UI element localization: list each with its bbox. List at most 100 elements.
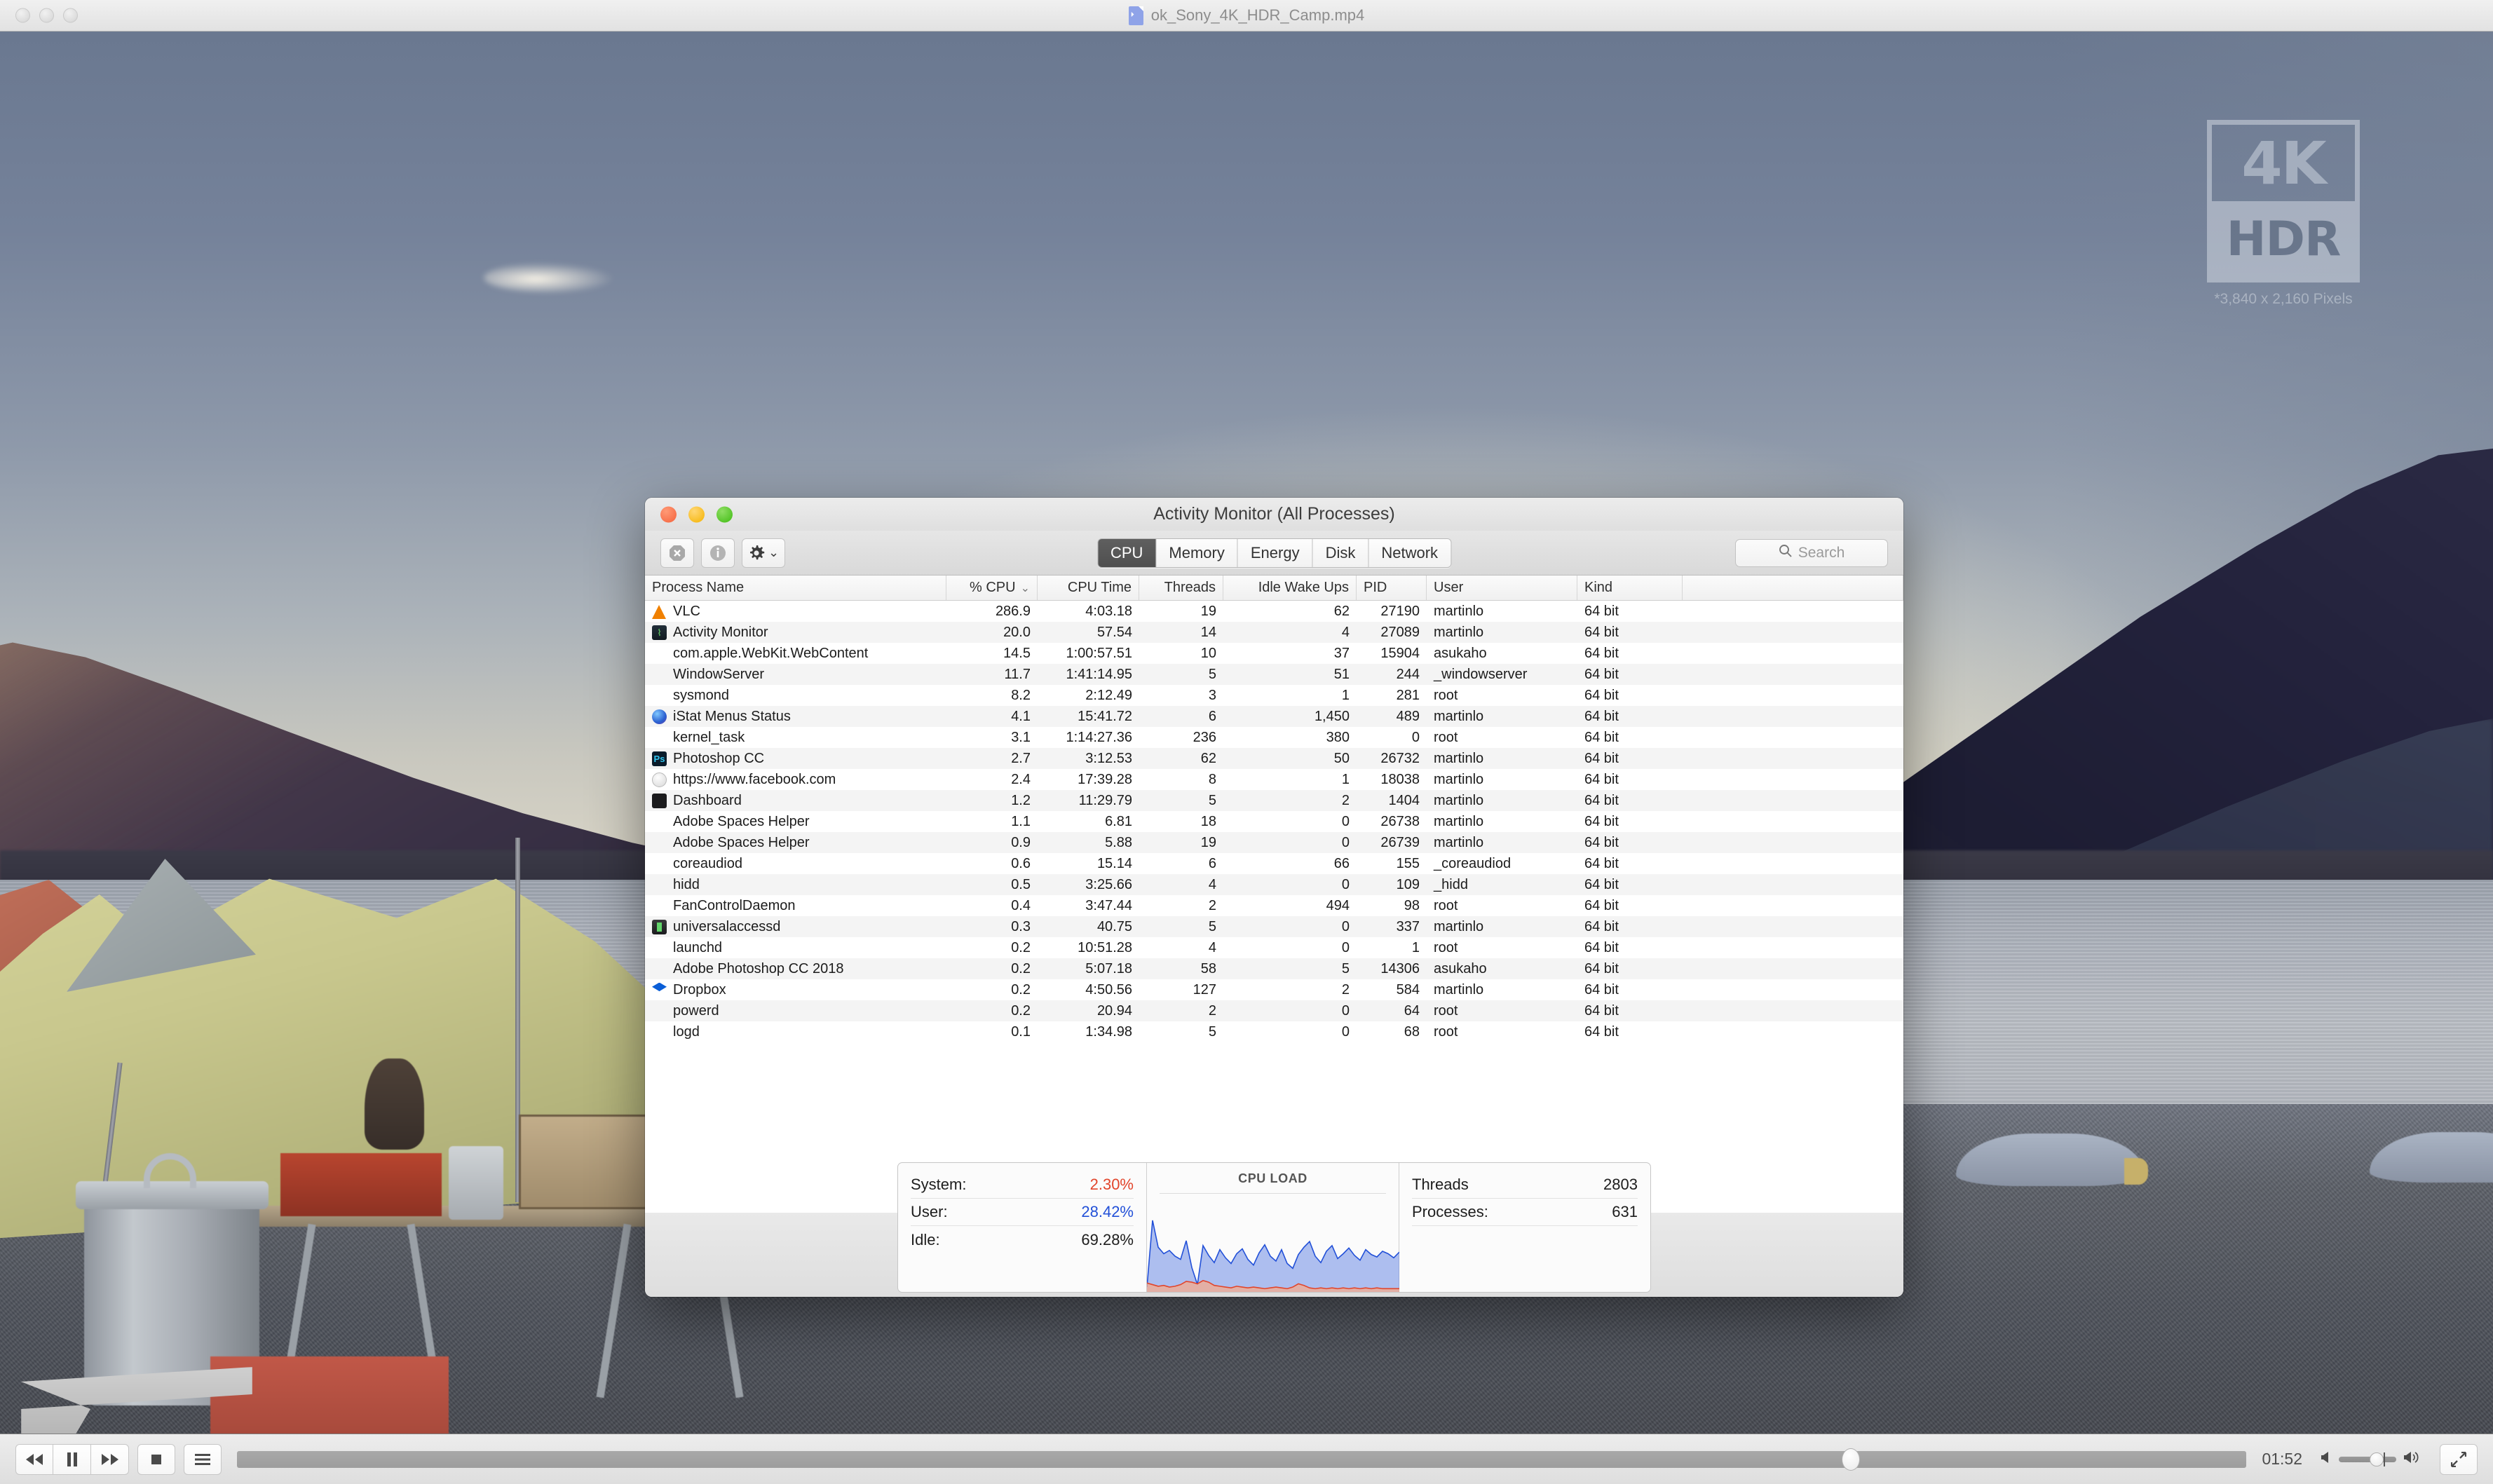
cell-pid: 15904 <box>1380 645 1420 661</box>
process-name-label: universalaccessd <box>673 918 781 934</box>
volume-slider-track[interactable] <box>2339 1452 2396 1466</box>
player-titlebar: ⏵ ok_Sony_4K_HDR_Camp.mp4 <box>0 0 2493 32</box>
table-row[interactable]: Adobe Photoshop CC 2018 0.2 5:07.18 58 5 1430… <box>645 958 1903 979</box>
system-cpu-row: System: 2.30% <box>911 1171 1134 1199</box>
column-header-cpu-time[interactable]: CPU Time <box>1038 576 1139 600</box>
table-row[interactable]: launchd 0.2 10:51.28 4 0 1 root 64 bit <box>645 937 1903 958</box>
table-row[interactable]: Dashboard 1.2 11:29.79 5 2 1404 martinlo 64 bit <box>645 790 1903 811</box>
process-table-body[interactable]: VLC286.94:03.18196227190martinlo64 bitAc… <box>645 601 1903 1213</box>
tab-memory[interactable]: Memory <box>1155 538 1237 567</box>
cell-cpu-time: 10:51.28 <box>1078 939 1132 955</box>
seek-track[interactable] <box>237 1450 2247 1468</box>
volume-control[interactable] <box>2321 1451 2419 1467</box>
tab-network[interactable]: Network <box>1368 538 1451 567</box>
cell-kind: 64 bit <box>1584 855 1619 871</box>
activity-monitor-title: Activity Monitor (All Processes) <box>1153 504 1395 524</box>
table-row[interactable]: logd 0.1 1:34.98 5 0 68 root 64 bit <box>645 1021 1903 1042</box>
volume-max-tick <box>2383 1452 2385 1466</box>
tab-energy[interactable]: Energy <box>1237 538 1312 567</box>
search-icon <box>1779 544 1792 561</box>
table-row[interactable]: Ps Photoshop CC 2.7 3:12.53 62 50 26732 martinl… <box>645 748 1903 769</box>
column-header-kind[interactable]: Kind <box>1577 576 1683 600</box>
table-row[interactable]: WindowServer 11.7 1:41:14.95 5 51 244 _windows… <box>645 664 1903 685</box>
table-row[interactable]: sysmond 8.2 2:12.49 3 1 281 root 64 bit <box>645 685 1903 706</box>
cell-pid: 337 <box>1396 918 1420 934</box>
tab-cpu[interactable]: CPU <box>1097 538 1156 567</box>
seek-slider[interactable] <box>237 1448 2247 1471</box>
player-close-button[interactable] <box>15 8 30 23</box>
player-window-controls <box>15 8 78 23</box>
cell-process-name: Ps Photoshop CC <box>645 748 946 769</box>
process-name-label: hidd <box>673 876 700 892</box>
search-input[interactable]: Search <box>1735 538 1888 567</box>
table-row[interactable]: FanControlDaemon 0.4 3:47.44 2 494 98 root 64 b… <box>645 895 1903 916</box>
cell-idle-wake-ups: 51 <box>1333 666 1350 682</box>
table-row[interactable]: hidd 0.5 3:25.66 4 0 109 _hidd 64 bit <box>645 874 1903 895</box>
table-row[interactable]: Dropbox 0.2 4:50.56 127 2 584 martinlo 64 bit <box>645 979 1903 1000</box>
sort-chevron-down-icon: ⌄ <box>1020 582 1030 594</box>
table-row[interactable]: https://www.facebook.com 2.4 17:39.28 8 1 180… <box>645 769 1903 790</box>
table-row[interactable]: coreaudiod 0.6 15.14 6 66 155 _coreaudiod 64 bi… <box>645 853 1903 874</box>
vlc-icon <box>652 604 667 619</box>
cell-spacer <box>1683 1000 1903 1021</box>
cell-kind: 64 bit <box>1584 729 1619 745</box>
inspect-process-icon[interactable] <box>701 538 735 568</box>
stop-button[interactable] <box>137 1443 175 1475</box>
table-row[interactable]: VLC 286.9 4:03.18 19 62 27190 martinlo 64 bit <box>645 601 1903 622</box>
am-close-button[interactable] <box>660 506 677 522</box>
table-row[interactable]: Activity Monitor 20.0 57.54 14 4 27089 martinl… <box>645 622 1903 643</box>
column-header-cpu[interactable]: % CPU ⌄ <box>946 576 1038 600</box>
tab-disk[interactable]: Disk <box>1312 538 1368 567</box>
thread-process-summary: Threads 2803 Processes: 631 <box>1399 1163 1650 1292</box>
cell-spacer <box>1683 979 1903 1000</box>
cell-pid: 1 <box>1411 939 1420 955</box>
table-row[interactable]: powerd 0.2 20.94 2 0 64 root 64 bit <box>645 1000 1903 1021</box>
process-name-label: Dashboard <box>673 792 742 808</box>
table-row[interactable]: kernel_task 3.1 1:14:27.36 236 380 0 root 64 bi… <box>645 727 1903 748</box>
column-header-idle-wake-ups[interactable]: Idle Wake Ups <box>1223 576 1357 600</box>
idle-cpu-row: Idle: 69.28% <box>911 1226 1134 1253</box>
player-title: ok_Sony_4K_HDR_Camp.mp4 <box>1150 6 1365 24</box>
cpu-load-chart <box>1147 1220 1399 1292</box>
cell-cpu-percent: 20.0 <box>1003 624 1031 640</box>
summary-spacer <box>1412 1226 1638 1253</box>
process-name-label: sysmond <box>673 687 730 703</box>
cell-cpu-time: 1:41:14.95 <box>1066 666 1132 682</box>
table-row[interactable]: universalaccessd 0.3 40.75 5 0 337 martinlo 64 … <box>645 916 1903 937</box>
column-header-cpu-label: % CPU <box>970 580 1016 595</box>
playlist-button[interactable] <box>184 1443 222 1475</box>
player-minimize-button[interactable] <box>39 8 54 23</box>
cell-threads: 236 <box>1193 729 1216 745</box>
cell-user: root <box>1434 1002 1458 1019</box>
time-elapsed-label: 01:52 <box>2262 1450 2302 1468</box>
stop-process-icon[interactable] <box>660 538 694 568</box>
rewind-button[interactable] <box>15 1443 53 1475</box>
cell-cpu-percent: 286.9 <box>995 603 1031 619</box>
pause-button[interactable] <box>53 1443 91 1475</box>
table-row[interactable]: iStat Menus Status 4.1 15:41.72 6 1,450 489 ma… <box>645 706 1903 727</box>
am-minimize-button[interactable] <box>688 506 705 522</box>
fast-forward-button[interactable] <box>91 1443 129 1475</box>
cell-kind: 64 bit <box>1584 834 1619 850</box>
fullscreen-button[interactable] <box>2440 1443 2478 1475</box>
am-zoom-button[interactable] <box>716 506 733 522</box>
column-header-threads[interactable]: Threads <box>1139 576 1223 600</box>
column-header-process-name[interactable]: Process Name <box>645 576 946 600</box>
seek-knob[interactable] <box>1841 1448 1860 1471</box>
watermark-hdr-label: HDR <box>2212 201 2355 278</box>
no-icon <box>652 836 667 850</box>
cell-threads: 4 <box>1208 939 1216 955</box>
table-row[interactable]: Adobe Spaces Helper 0.9 5.88 19 0 26739 martin… <box>645 832 1903 853</box>
idle-cpu-value: 69.28% <box>1081 1230 1134 1248</box>
process-name-label: coreaudiod <box>673 855 742 871</box>
volume-slider-knob[interactable] <box>2370 1452 2384 1466</box>
table-row[interactable]: com.apple.WebKit.WebContent 14.5 1:00:57.5… <box>645 643 1903 664</box>
cell-cpu-percent: 1.2 <box>1011 792 1031 808</box>
column-header-user[interactable]: User <box>1427 576 1577 600</box>
table-row[interactable]: Adobe Spaces Helper 1.1 6.81 18 0 26738 martin… <box>645 811 1903 832</box>
column-header-pid[interactable]: PID <box>1357 576 1427 600</box>
idle-cpu-label: Idle: <box>911 1230 940 1248</box>
cell-cpu-percent: 14.5 <box>1003 645 1031 661</box>
player-zoom-button[interactable] <box>63 8 78 23</box>
gear-icon[interactable]: ⌄ <box>742 538 785 568</box>
